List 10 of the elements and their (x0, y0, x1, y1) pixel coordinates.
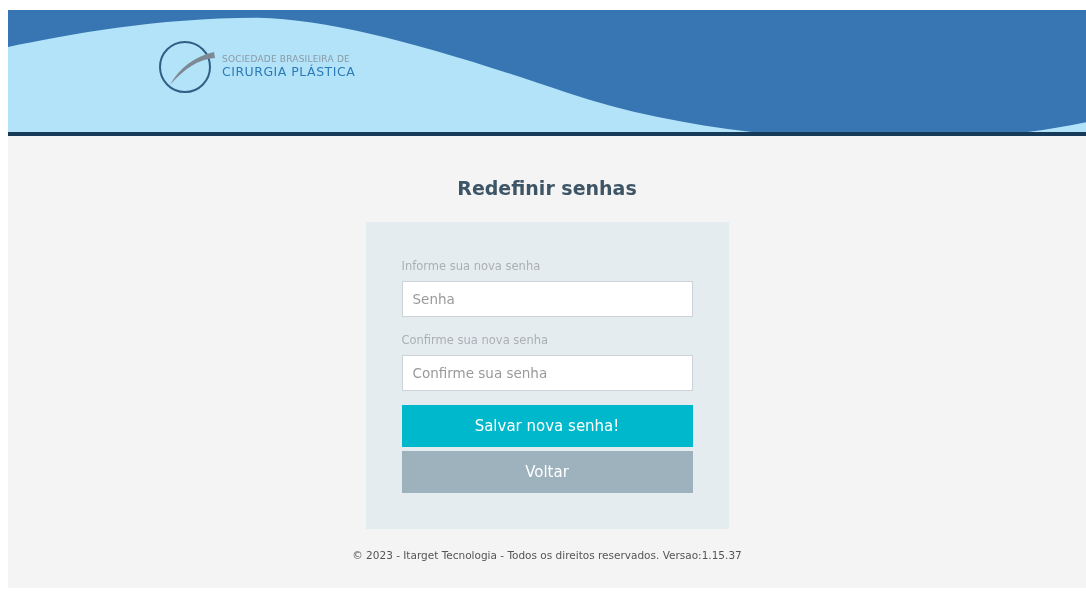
logo-subtitle: SOCIEDADE BRASILEIRA DE (222, 53, 351, 64)
field-label: Informe sua nova senha (401, 259, 542, 273)
save-button[interactable]: Salvar nova senha! (401, 405, 693, 447)
password-field[interactable]: Confirme sua senha (401, 355, 693, 391)
logo-title: CIRURGIA PLÁSTICA (222, 63, 356, 79)
page-title: Redefinir senhas (457, 177, 637, 199)
back-button[interactable]: Voltar (401, 451, 693, 493)
footer-text: © 2023 - Itarget Tecnologia - Todos os direitos reservados. Versao:1.15.37 (352, 549, 742, 561)
field-label: Confirme sua nova senha (401, 333, 550, 347)
password-field[interactable]: Senha (401, 281, 693, 317)
